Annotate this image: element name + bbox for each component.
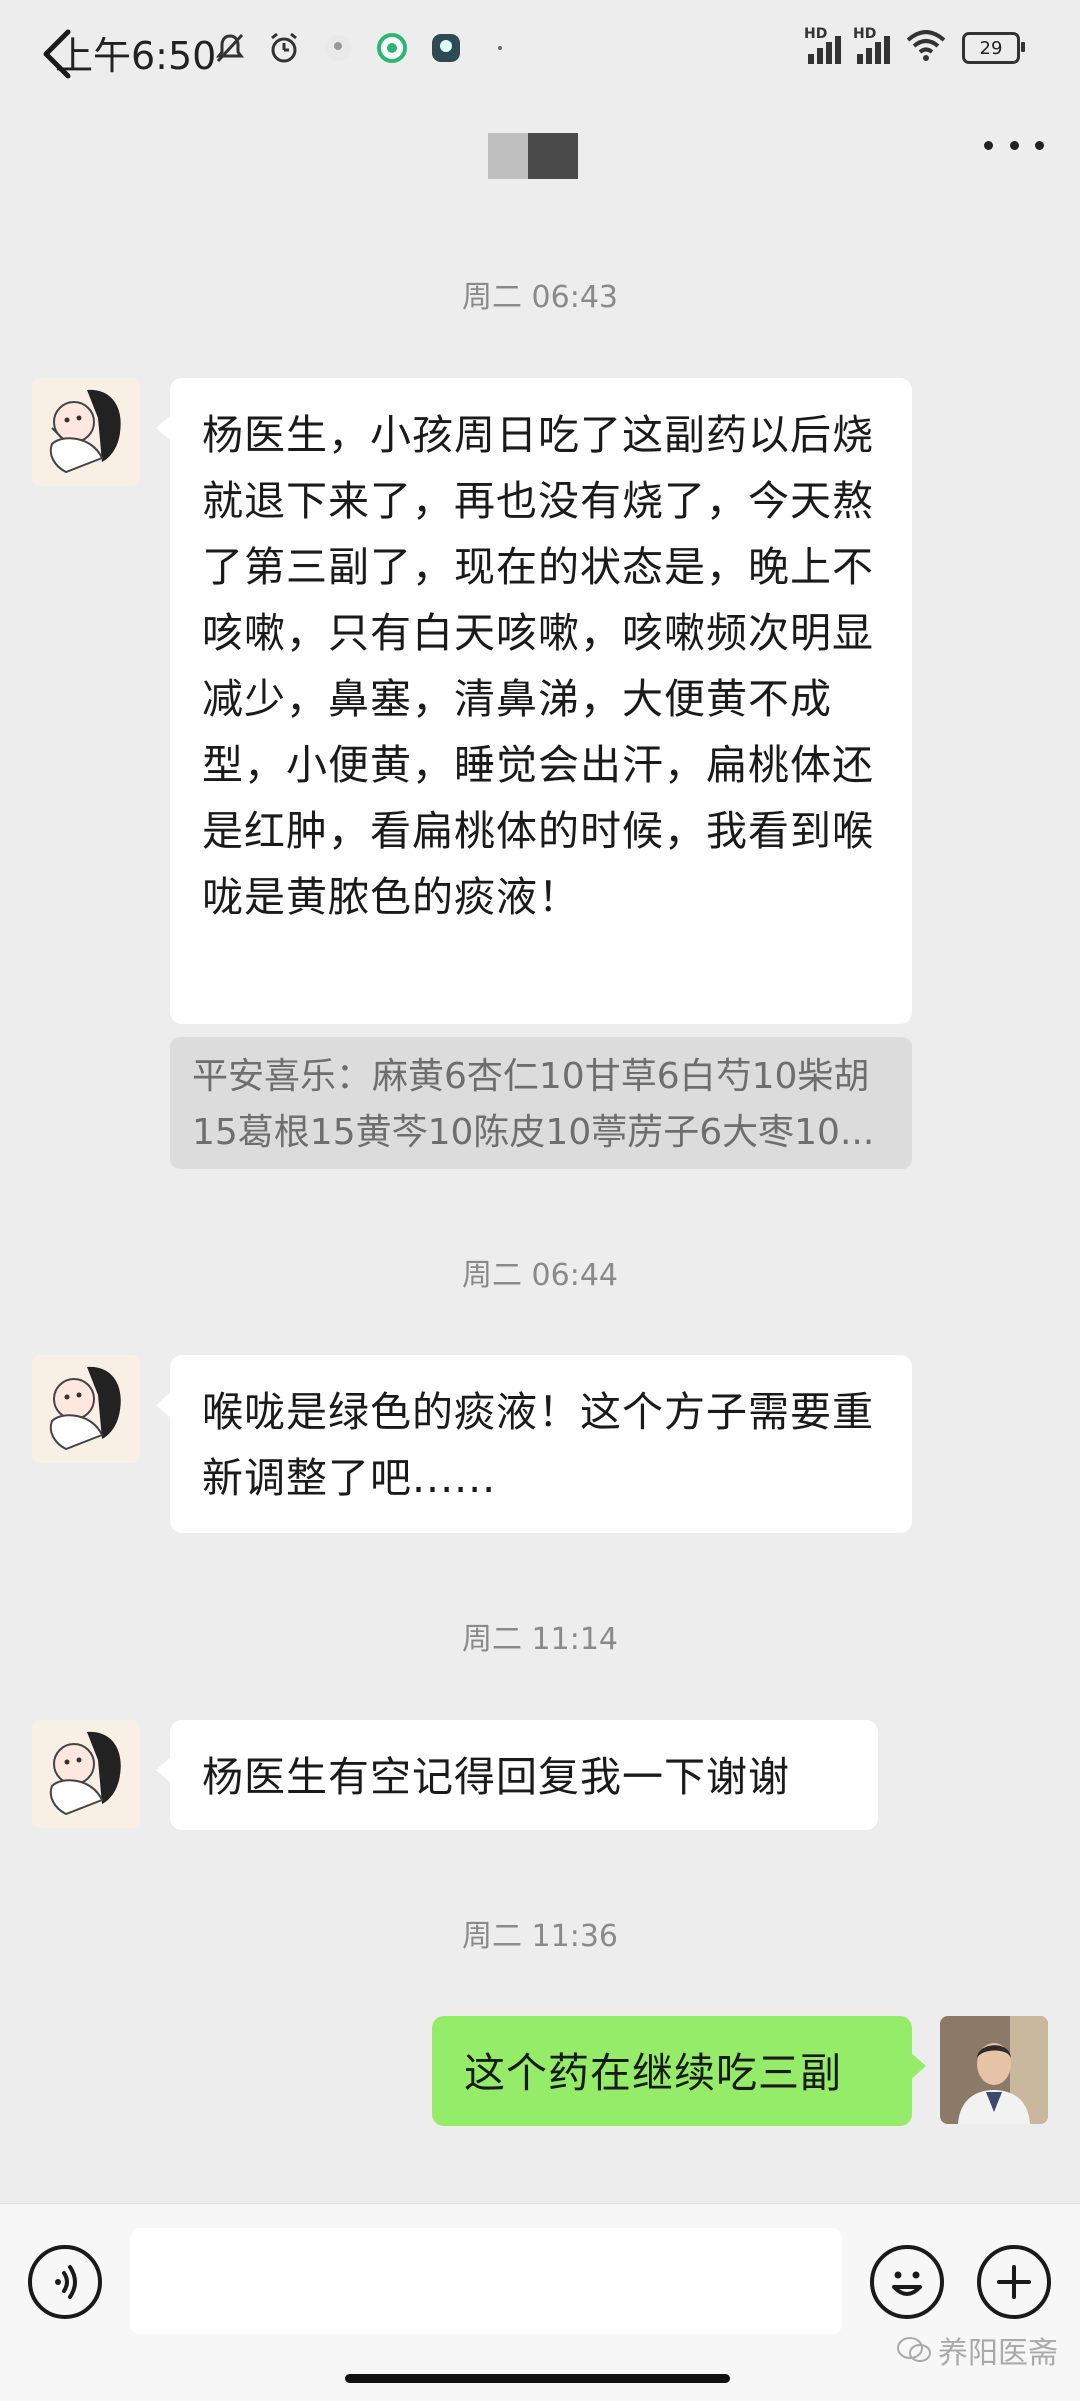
emoji-button[interactable] [870, 2245, 944, 2319]
more-button[interactable] [984, 125, 1044, 165]
message-timestamp: 周二 11:14 [462, 1622, 618, 1657]
signal-icon: HD [804, 26, 841, 64]
message-timestamp: 周二 11:36 [462, 1919, 618, 1954]
more-dot [1035, 140, 1044, 150]
patient-avatar[interactable] [32, 1720, 140, 1828]
status-notification-icons [210, 28, 520, 68]
message-bubble[interactable]: 杨医生，小孩周日吃了这副药以后烧就退下来了，再也没有烧了，今天熬了第三副了，现在… [156, 378, 912, 1024]
status-bar: 上午6:50 HD HD 29 [0, 0, 1080, 100]
signal-icon: HD [853, 26, 890, 64]
chevron-left-icon [43, 29, 71, 79]
doctor-avatar[interactable] [940, 2016, 1048, 2124]
patient-avatar[interactable] [32, 1355, 140, 1463]
app-notification-icon [426, 28, 466, 68]
hd-label: HD [853, 26, 877, 42]
app-notification-icon [318, 28, 358, 68]
voice-icon [55, 2265, 77, 2299]
message-input[interactable] [130, 2228, 842, 2334]
message-bubble[interactable]: 喉咙是绿色的痰液！这个方子需要重新调整了吧...... [156, 1355, 912, 1533]
status-dot-icon [480, 28, 520, 68]
back-button[interactable] [28, 18, 88, 88]
status-right-icons: HD HD 29 [804, 26, 1025, 66]
message-timestamp: 周二 06:43 [462, 280, 618, 315]
home-indicator[interactable] [345, 2374, 730, 2383]
doctor-avatar-icon [940, 2016, 1048, 2124]
patient-avatar[interactable] [32, 378, 140, 486]
message-timestamp: 周二 06:44 [462, 1258, 618, 1293]
voice-button[interactable] [28, 2245, 102, 2319]
message-bubble-self[interactable]: 这个药在继续吃三副 [432, 2016, 926, 2126]
message-bubble[interactable]: 杨医生有空记得回复我一下谢谢 [156, 1720, 878, 1830]
watermark-text: 养阳医斋 [938, 2336, 1058, 2371]
baby-avatar-icon [32, 378, 140, 486]
quoted-message[interactable]: 平安喜乐：麻黄6杏仁10甘草6白芍10柴胡15葛根15黄芩10陈皮10葶苈子6大… [170, 1037, 912, 1169]
wechat-icon [897, 2337, 931, 2362]
app-notification-icon [372, 28, 412, 68]
battery-level: 29 [979, 37, 1003, 59]
hd-label: HD [804, 26, 828, 42]
mute-icon [210, 28, 250, 68]
chat-title-redacted [488, 133, 578, 179]
wifi-icon [906, 30, 946, 66]
emoji-icon [892, 2271, 922, 2296]
more-dot [1009, 140, 1019, 150]
more-dots-icon [984, 140, 993, 150]
alarm-icon [264, 28, 304, 68]
baby-avatar-icon [32, 1355, 140, 1463]
plus-button[interactable] [977, 2245, 1051, 2319]
watermark: 养阳医斋 [896, 2328, 1058, 2372]
battery-icon: 29 [962, 32, 1025, 64]
plus-icon [997, 2265, 1031, 2299]
baby-avatar-icon [32, 1720, 140, 1828]
